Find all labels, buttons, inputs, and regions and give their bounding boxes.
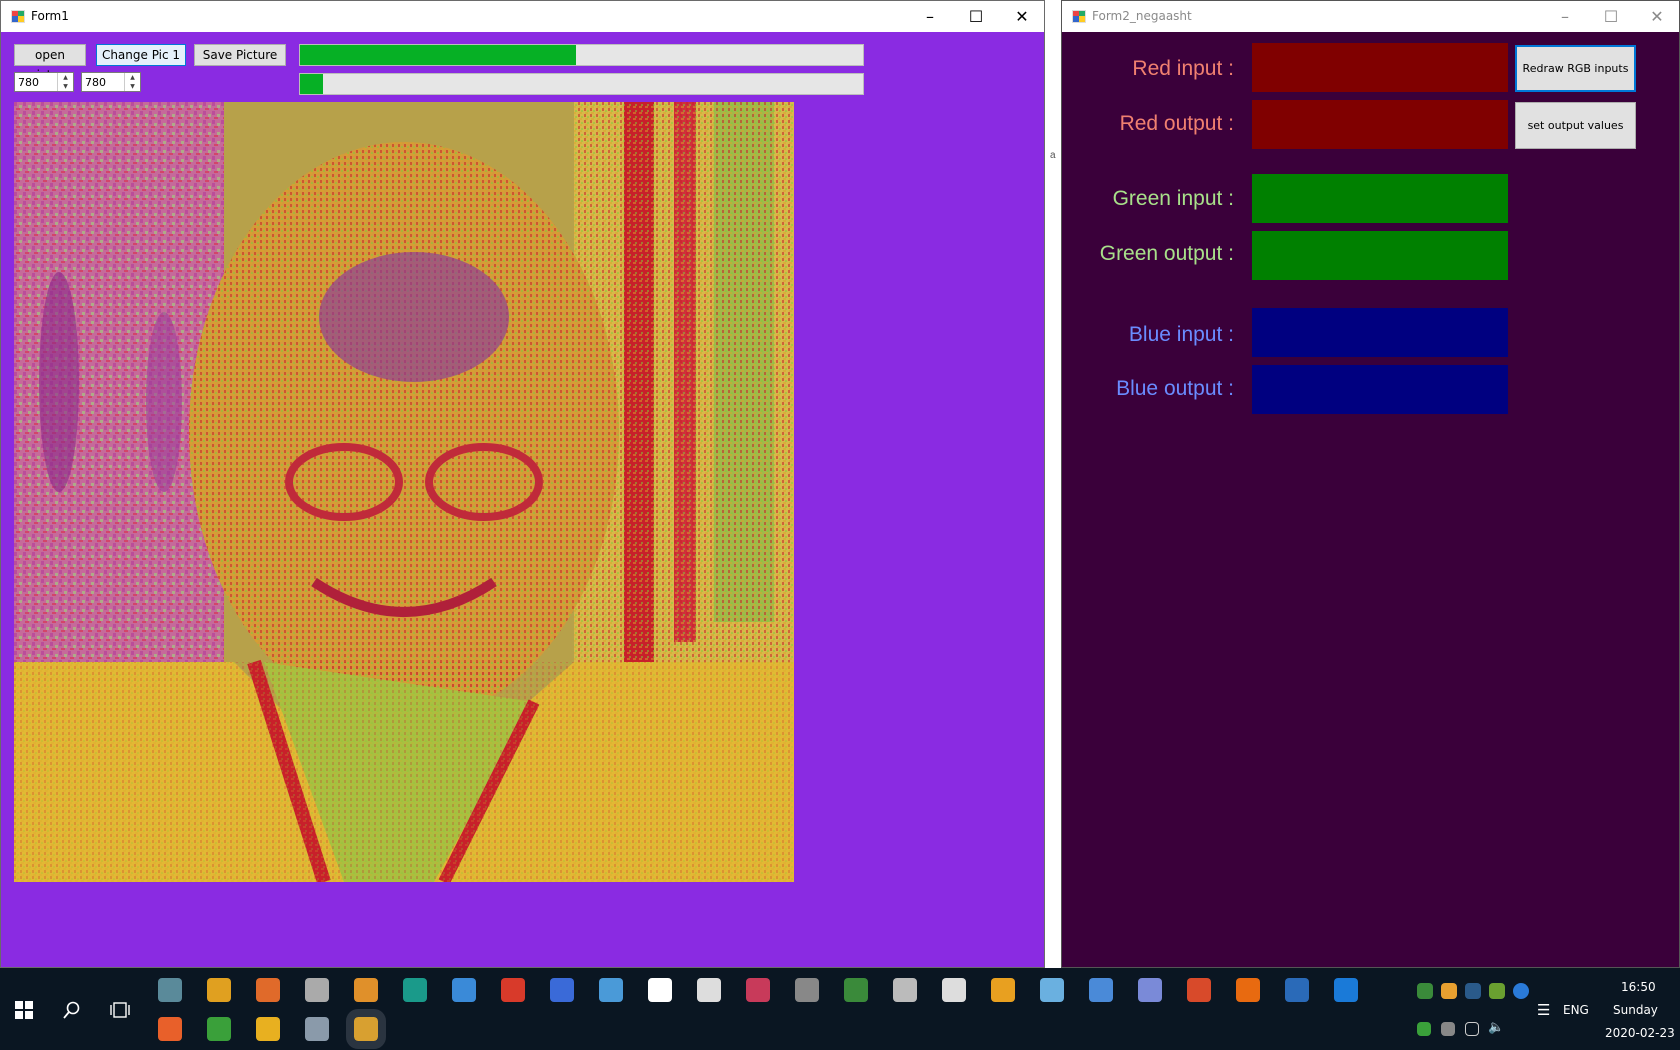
progress-bar-1 bbox=[299, 44, 864, 66]
redraw-rgb-inputs-button[interactable]: Redraw RGB inputs bbox=[1515, 45, 1636, 92]
nvidia-icon[interactable] bbox=[1489, 983, 1505, 999]
tray-app-icon[interactable] bbox=[1465, 983, 1481, 999]
minimize-button[interactable]: – bbox=[1542, 1, 1588, 32]
app-icon-6[interactable] bbox=[550, 978, 574, 1002]
defender-icon[interactable] bbox=[1417, 1022, 1431, 1036]
vlc-icon[interactable] bbox=[1236, 978, 1260, 1002]
form-app-icon[interactable] bbox=[346, 1009, 386, 1049]
form1-window: Form1 – ☐ ✕ open picture Change Pic 1 Sa… bbox=[0, 0, 1045, 968]
green-input-label: Green input : bbox=[1112, 187, 1234, 210]
green-input-swatch[interactable] bbox=[1252, 174, 1508, 223]
app-icon-17[interactable] bbox=[305, 1017, 329, 1041]
clock-day[interactable]: Sunday bbox=[1613, 1003, 1658, 1017]
background-window-text: a bbox=[1050, 150, 1056, 161]
progress-bar-1-fill bbox=[300, 45, 576, 65]
red-output-swatch[interactable] bbox=[1252, 100, 1508, 149]
width-stepper[interactable]: 780 ▲ ▼ bbox=[14, 72, 74, 92]
form-app-icon bbox=[11, 10, 25, 23]
matlab-icon[interactable] bbox=[1187, 978, 1211, 1002]
csharp-icon[interactable] bbox=[207, 1017, 231, 1041]
background-window-strip: a bbox=[1045, 0, 1061, 968]
piano-icon[interactable] bbox=[942, 978, 966, 1002]
stepper-arrows-icon[interactable]: ▲ ▼ bbox=[124, 73, 140, 91]
set-output-values-button[interactable]: set output values bbox=[1515, 102, 1636, 149]
stepper-arrows-icon[interactable]: ▲ ▼ bbox=[57, 73, 73, 91]
height-value: 780 bbox=[85, 76, 106, 89]
language-indicator[interactable]: ENG bbox=[1563, 1003, 1589, 1017]
open-picture-button[interactable]: open picture bbox=[14, 44, 86, 82]
edge-icon[interactable] bbox=[1334, 978, 1358, 1002]
office-icon[interactable] bbox=[501, 978, 525, 1002]
file-explorer-icon[interactable] bbox=[256, 1017, 280, 1041]
red-input-label: Red input : bbox=[1132, 57, 1234, 80]
edge-legacy-icon[interactable] bbox=[403, 978, 427, 1002]
calculator-icon[interactable] bbox=[697, 978, 721, 1002]
app-icon-8[interactable] bbox=[746, 978, 770, 1002]
blue-input-swatch[interactable] bbox=[1252, 308, 1508, 357]
app-icon-1[interactable] bbox=[158, 978, 182, 1002]
app-icon-14[interactable] bbox=[1089, 978, 1113, 1002]
red-input-swatch[interactable] bbox=[1252, 43, 1508, 92]
task-view-icon[interactable] bbox=[110, 1001, 130, 1019]
volume-icon[interactable]: 🔈 bbox=[1488, 1020, 1504, 1035]
app-icon-5[interactable] bbox=[452, 978, 476, 1002]
info-icon[interactable] bbox=[1513, 983, 1529, 999]
app-icon-10[interactable] bbox=[844, 978, 868, 1002]
green-output-swatch[interactable] bbox=[1252, 231, 1508, 280]
save-picture-button[interactable]: Save Picture bbox=[194, 44, 286, 66]
onedrive-icon[interactable] bbox=[1441, 1022, 1455, 1036]
app-icon-9[interactable] bbox=[795, 978, 819, 1002]
app-icon-11[interactable] bbox=[893, 978, 917, 1002]
windows-start-icon[interactable] bbox=[15, 1001, 33, 1019]
tray-app-icon[interactable] bbox=[1441, 983, 1457, 999]
close-button[interactable]: ✕ bbox=[999, 1, 1045, 32]
notifications-icon[interactable]: ☰ bbox=[1537, 1001, 1550, 1019]
app-icon-3[interactable] bbox=[256, 978, 280, 1002]
clock-date[interactable]: 2020-02-23 bbox=[1605, 1026, 1675, 1040]
blue-output-swatch[interactable] bbox=[1252, 365, 1508, 414]
app-icon-12[interactable] bbox=[991, 978, 1015, 1002]
width-value: 780 bbox=[18, 76, 39, 89]
app-icon-16[interactable] bbox=[1285, 978, 1309, 1002]
change-pic-button[interactable]: Change Pic 1 bbox=[96, 44, 186, 66]
red-output-label: Red output : bbox=[1119, 112, 1234, 135]
app-icon-2[interactable] bbox=[207, 978, 231, 1002]
form1-titlebar[interactable]: Form1 – ☐ ✕ bbox=[1, 1, 1044, 32]
tray-app-icon[interactable] bbox=[1417, 983, 1433, 999]
maximize-button[interactable]: ☐ bbox=[1588, 1, 1634, 32]
form2-window: Form2_negaasht – ☐ ✕ Red input : Red out… bbox=[1061, 0, 1680, 968]
clock-time[interactable]: 16:50 bbox=[1621, 980, 1656, 994]
blue-input-label: Blue input : bbox=[1128, 323, 1234, 346]
firefox-icon[interactable] bbox=[158, 1017, 182, 1041]
progress-bar-2-fill bbox=[300, 74, 323, 94]
green-output-label: Green output : bbox=[1099, 242, 1234, 265]
minimize-button[interactable]: – bbox=[907, 1, 953, 32]
app-icon-4[interactable] bbox=[305, 978, 329, 1002]
app-icon-7[interactable] bbox=[599, 978, 623, 1002]
network-icon[interactable] bbox=[1465, 1022, 1479, 1036]
close-button[interactable]: ✕ bbox=[1634, 1, 1680, 32]
document-icon[interactable] bbox=[648, 978, 672, 1002]
app-icon-15[interactable] bbox=[1138, 978, 1162, 1002]
progress-bar-2 bbox=[299, 73, 864, 95]
form1-title: Form1 bbox=[31, 9, 69, 23]
maximize-button[interactable]: ☐ bbox=[953, 1, 999, 32]
height-stepper[interactable]: 780 ▲ ▼ bbox=[81, 72, 141, 92]
taskbar: 🔈 ☰ ENG 16:50 Sunday 2020-02-23 bbox=[0, 968, 1680, 1050]
processed-portrait-image bbox=[14, 102, 794, 882]
media-player-icon[interactable] bbox=[354, 978, 378, 1002]
search-icon[interactable] bbox=[63, 1001, 81, 1019]
picture-box bbox=[14, 102, 794, 882]
blue-output-label: Blue output : bbox=[1116, 377, 1234, 400]
app-icon-13[interactable] bbox=[1040, 978, 1064, 1002]
